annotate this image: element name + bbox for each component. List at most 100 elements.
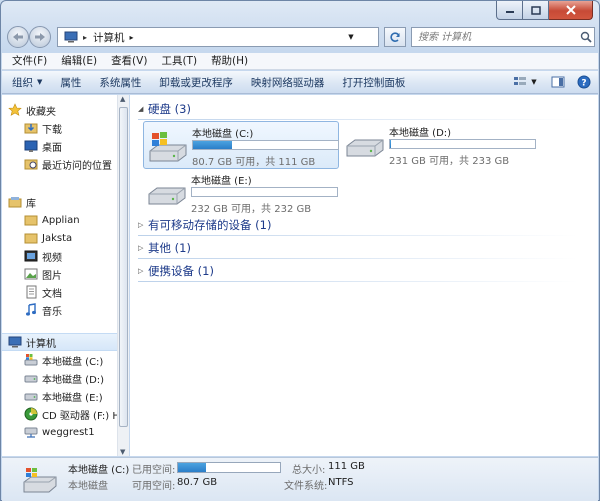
forward-button[interactable]: [29, 26, 51, 48]
details-drive-type: 本地磁盘: [68, 481, 108, 492]
properties-button[interactable]: 属性: [60, 75, 81, 90]
details-usage-bar: [177, 462, 281, 473]
expand-triangle-icon: ▷: [138, 267, 144, 275]
details-used-label: 已用空间:: [132, 465, 176, 476]
organize-button[interactable]: 组织 ▼: [12, 75, 42, 90]
preview-pane-icon[interactable]: [550, 75, 566, 89]
group-removable-storage[interactable]: ▷ 有可移动存储的设备 (1): [138, 217, 578, 236]
nav-library-documents-label: 文档: [42, 288, 62, 300]
hard-drive-icon: [345, 126, 385, 164]
nav-library-documents[interactable]: 文档: [2, 283, 118, 301]
nav-network-weggrest1-label: weggrest1: [42, 426, 95, 438]
nav-libraries[interactable]: 库: [2, 193, 118, 211]
navigation-bar: ▸ 计算机 ▸ ▼: [7, 25, 595, 49]
system-drive-icon: [22, 466, 58, 499]
breadcrumb-separator[interactable]: ▸: [83, 33, 87, 42]
nav-drive-e[interactable]: 本地磁盘 (E:): [2, 387, 118, 405]
desktop-icon: [24, 139, 38, 153]
help-icon[interactable]: ?: [576, 75, 592, 89]
nav-library-jaksta[interactable]: Jaksta: [2, 229, 118, 247]
drive-e-tile[interactable]: 本地磁盘 (E:) 232 GB 可用，共 232 GB: [143, 169, 339, 217]
nav-network-weggrest1[interactable]: weggrest1: [2, 423, 118, 441]
cd-drive-icon: [24, 407, 38, 421]
open-control-panel-button[interactable]: 打开控制面板: [342, 75, 405, 90]
close-icon: [565, 5, 576, 15]
nav-favorites-label: 收藏夹: [26, 106, 56, 118]
change-view-icon[interactable]: [512, 75, 528, 89]
group-portable-devices[interactable]: ▷ 便携设备 (1): [138, 263, 578, 282]
video-library-icon: [24, 249, 38, 263]
svg-text:?: ?: [581, 79, 586, 89]
organize-label: 组织: [12, 76, 33, 89]
group-other[interactable]: ▷ 其他 (1): [138, 240, 578, 259]
drive-d-usage-bar: [389, 139, 536, 149]
nav-libraries-label: 库: [26, 198, 36, 210]
library-icon: [8, 195, 22, 209]
drive-c-name: 本地磁盘 (C:): [192, 129, 254, 140]
menu-tools[interactable]: 工具(T): [161, 53, 197, 69]
view-options-chevron-icon[interactable]: ▼: [530, 75, 538, 89]
drive-c-tile[interactable]: 本地磁盘 (C:) 80.7 GB 可用，共 111 GB: [143, 121, 339, 169]
details-usage-fill: [178, 463, 206, 472]
breadcrumb-computer[interactable]: 计算机: [93, 30, 125, 45]
nav-library-pictures-label: 图片: [42, 270, 62, 282]
nav-drive-d-label: 本地磁盘 (D:): [42, 374, 105, 386]
command-bar: 组织 ▼ 属性 系统属性 卸载或更改程序 映射网络驱动器 打开控制面板 ▼ ?: [2, 71, 598, 94]
favorites-section: 收藏夹 下载 桌面 最近访问的位置: [2, 101, 118, 173]
system-drive-icon: [148, 127, 188, 165]
address-bar[interactable]: ▸ 计算机 ▸ ▼: [57, 27, 379, 47]
details-pane: 本地磁盘 (C:) 本地磁盘 已用空间: 可用空间: 80.7 GB 总大小: …: [2, 457, 598, 501]
search-icon[interactable]: [580, 31, 592, 43]
nav-library-videos[interactable]: 视频: [2, 247, 118, 265]
nav-library-music[interactable]: 音乐: [2, 301, 118, 319]
nav-library-pictures[interactable]: 图片: [2, 265, 118, 283]
navigation-scrollbar[interactable]: ▲ ▼: [117, 95, 129, 456]
nav-drive-d[interactable]: 本地磁盘 (D:): [2, 369, 118, 387]
uninstall-program-button[interactable]: 卸载或更改程序: [159, 75, 233, 90]
nav-downloads[interactable]: 下载: [2, 119, 118, 137]
computer-icon: [64, 31, 78, 43]
refresh-button[interactable]: [384, 27, 406, 47]
menu-help[interactable]: 帮助(H): [211, 53, 248, 69]
drive-c-usage-fill: [193, 141, 233, 149]
nav-drive-e-label: 本地磁盘 (E:): [42, 392, 103, 404]
minimize-button[interactable]: [496, 1, 523, 20]
nav-desktop[interactable]: 桌面: [2, 137, 118, 155]
scroll-down-icon[interactable]: ▼: [120, 448, 125, 456]
search-input[interactable]: [418, 29, 578, 45]
nav-recent-places[interactable]: 最近访问的位置: [2, 155, 118, 173]
maximize-button[interactable]: [523, 1, 549, 20]
map-network-drive-button[interactable]: 映射网络驱动器: [251, 75, 325, 90]
library-section: 库 Applian Jaksta 视频 图片 文档 音乐: [2, 193, 118, 319]
nav-library-applian[interactable]: Applian: [2, 211, 118, 229]
system-properties-button[interactable]: 系统属性: [99, 75, 141, 90]
content-pane: ◢ 硬盘 (3) 本地磁盘 (C:) 80.7 GB 可用，共 111 GB 本…: [130, 95, 598, 456]
back-button[interactable]: [7, 26, 29, 48]
nav-library-videos-label: 视频: [42, 252, 62, 264]
nav-computer[interactable]: 计算机: [2, 333, 118, 351]
address-dropdown-icon[interactable]: ▼: [344, 28, 358, 46]
search-box[interactable]: [411, 27, 595, 47]
nav-drive-c[interactable]: 本地磁盘 (C:): [2, 351, 118, 369]
drive-d-tile[interactable]: 本地磁盘 (D:) 231 GB 可用，共 233 GB: [341, 121, 537, 169]
menu-edit[interactable]: 编辑(E): [61, 53, 97, 69]
nav-drive-c-label: 本地磁盘 (C:): [42, 356, 104, 368]
nav-downloads-label: 下载: [42, 124, 62, 136]
breadcrumb-separator-end[interactable]: ▸: [130, 33, 134, 42]
menu-view[interactable]: 查看(V): [111, 53, 147, 69]
library-folder-icon: [24, 213, 38, 227]
group-hard-disks[interactable]: ◢ 硬盘 (3): [138, 101, 578, 120]
menu-file[interactable]: 文件(F): [12, 53, 47, 69]
scrollbar-thumb[interactable]: [119, 107, 128, 427]
nav-cd-drive-label: CD 驱动器 (F:) H: [42, 410, 120, 422]
scroll-up-icon[interactable]: ▲: [120, 95, 125, 103]
navigation-pane: 收藏夹 下载 桌面 最近访问的位置 库 Applian Jaksta 视频 图片…: [2, 95, 129, 456]
close-button[interactable]: [549, 1, 593, 20]
nav-favorites[interactable]: 收藏夹: [2, 101, 118, 119]
star-icon: [8, 103, 22, 117]
downloads-folder-icon: [24, 121, 38, 135]
details-free-value: 80.7 GB: [177, 477, 218, 488]
drive-c-free-space: 80.7 GB 可用，共 111 GB: [192, 157, 316, 168]
group-divider: [138, 119, 578, 120]
nav-cd-drive[interactable]: CD 驱动器 (F:) H: [2, 405, 120, 423]
